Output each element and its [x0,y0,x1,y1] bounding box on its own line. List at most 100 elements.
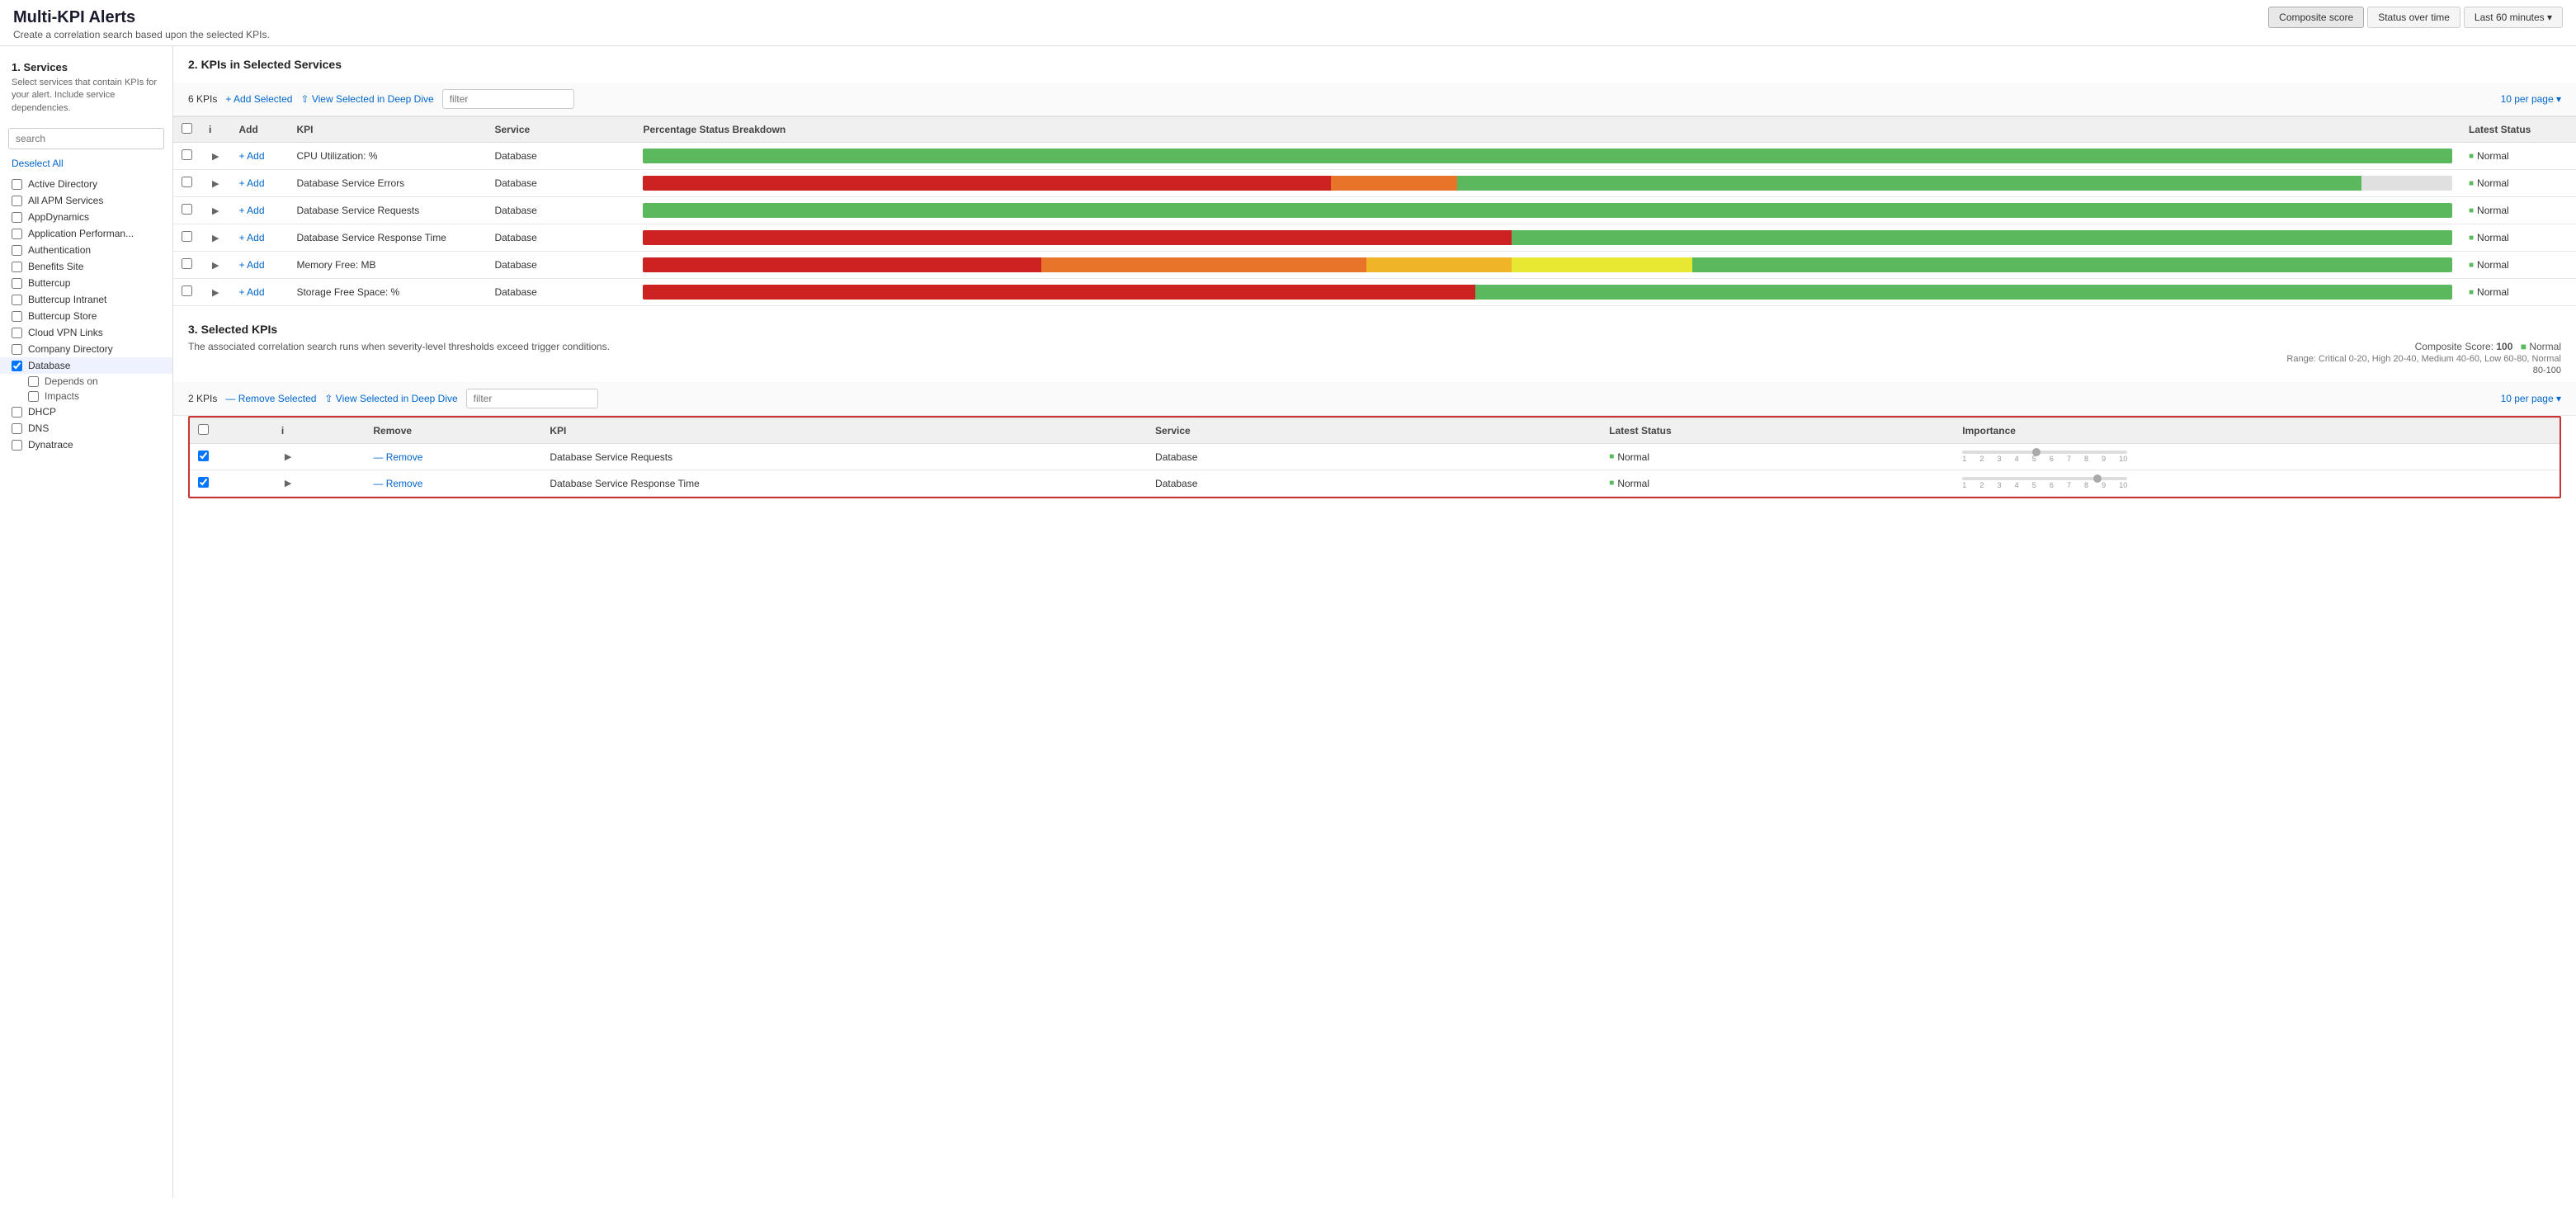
select-all-checkbox-3[interactable] [198,424,209,435]
service-checkbox-dns[interactable] [12,423,22,434]
service-item-authentication[interactable]: Authentication [0,242,172,258]
normal-badge: Normal [1609,451,1946,463]
th-importance: Importance [1954,418,2559,444]
service-checkbox-impacts[interactable] [28,391,39,402]
section3-per-page[interactable]: 10 per page [2501,393,2561,404]
status-bar [643,176,2452,191]
search-input[interactable] [8,128,164,149]
composite-score-btn[interactable]: Composite score [2268,7,2364,28]
service-checkbox-appdynamics[interactable] [12,212,22,223]
selected-row-checkbox-0[interactable] [198,451,209,461]
selected-row-checkbox-1[interactable] [198,477,209,488]
service-checkbox-app-perf[interactable] [12,229,22,239]
expand-icon[interactable]: ▶ [209,149,222,163]
status-over-time-btn[interactable]: Status over time [2367,7,2460,28]
table-row: ▶RemoveDatabase Service RequestsDatabase… [190,444,2559,470]
latest-status-cell: Normal [2460,143,2576,170]
add-kpi-btn-2[interactable]: + Add [238,205,264,216]
service-cell: Database [486,143,635,170]
add-kpi-btn-3[interactable]: + Add [238,232,264,243]
selected-status-cell: Normal [1601,444,1954,470]
section3-table: i Remove KPI Service Latest Status Impor… [190,418,2559,497]
service-item-cloud-vpn[interactable]: Cloud VPN Links [0,324,172,341]
service-checkbox-cloud-vpn[interactable] [12,328,22,338]
service-checkbox-depends-on[interactable] [28,376,39,387]
service-checkbox-buttercup-intranet[interactable] [12,295,22,305]
slider-labels: 12345678910 [1962,480,2127,489]
service-checkbox-buttercup[interactable] [12,278,22,289]
row-checkbox-0[interactable] [182,149,192,160]
last-60-btn[interactable]: Last 60 minutes [2464,7,2563,28]
expand-icon[interactable]: ▶ [281,476,295,490]
kpi-name-cell: Database Service Response Time [288,224,486,252]
service-item-company-dir[interactable]: Company Directory [0,341,172,357]
service-item-database[interactable]: Database [0,357,172,374]
service-item-app-perf[interactable]: Application Performan... [0,225,172,242]
view-deep-dive-btn-2[interactable]: ⇧ View Selected in Deep Dive [300,93,433,105]
service-sub-depends-on[interactable]: Depends on [0,374,172,389]
normal-badge: Normal [1609,478,1946,489]
row-checkbox-3[interactable] [182,231,192,242]
service-checkbox-dynatrace[interactable] [12,440,22,451]
importance-track[interactable] [1962,451,2127,454]
th-check-2 [173,117,201,143]
service-checkbox-benefits[interactable] [12,262,22,272]
add-kpi-btn-4[interactable]: + Add [238,259,264,271]
expand-icon[interactable]: ▶ [281,450,295,464]
remove-kpi-btn-1[interactable]: Remove [373,478,422,489]
section2-filter-input[interactable] [442,89,574,109]
expand-icon[interactable]: ▶ [209,177,222,191]
service-checkbox-buttercup-store[interactable] [12,311,22,322]
service-item-buttercup-store[interactable]: Buttercup Store [0,308,172,324]
service-label-cloud-vpn: Cloud VPN Links [28,327,103,338]
service-item-benefits[interactable]: Benefits Site [0,258,172,275]
normal-badge: Normal [2469,177,2568,189]
service-checkbox-company-dir[interactable] [12,344,22,355]
add-kpi-btn-5[interactable]: + Add [238,286,264,298]
service-checkbox-dhcp[interactable] [12,407,22,418]
row-checkbox-4[interactable] [182,258,192,269]
table-row: ▶+ AddDatabase Service ErrorsDatabaseNor… [173,170,2576,197]
service-item-active-directory[interactable]: Active Directory [0,176,172,192]
status-bar-cell [635,279,2460,306]
section2-per-page[interactable]: 10 per page [2501,93,2561,105]
service-item-buttercup[interactable]: Buttercup [0,275,172,291]
expand-icon[interactable]: ▶ [209,204,222,218]
service-item-appdynamics[interactable]: AppDynamics [0,209,172,225]
view-deep-dive-btn-3[interactable]: ⇧ View Selected in Deep Dive [324,393,457,404]
expand-icon[interactable]: ▶ [209,285,222,300]
add-selected-btn[interactable]: + Add Selected [225,93,292,105]
row-checkbox-1[interactable] [182,177,192,187]
normal-badge: Normal [2469,232,2568,243]
section3-desc: The associated correlation search runs w… [188,341,2561,352]
section3-filter-input[interactable] [466,389,598,408]
selected-service-cell: Database [1147,444,1601,470]
service-item-dynatrace[interactable]: Dynatrace [0,436,172,453]
service-checkbox-authentication[interactable] [12,245,22,256]
expand-icon[interactable]: ▶ [209,258,222,272]
status-segment [1457,176,2361,191]
remove-kpi-btn-0[interactable]: Remove [373,451,422,463]
composite-score-value: 100 [2496,341,2512,352]
service-checkbox-database[interactable] [12,361,22,371]
service-sub-impacts[interactable]: Impacts [0,389,172,403]
th-status-2: Latest Status [2460,117,2576,143]
service-label-company-dir: Company Directory [28,343,113,355]
service-item-dhcp[interactable]: DHCP [0,403,172,420]
service-label-dynatrace: Dynatrace [28,439,73,451]
add-kpi-btn-1[interactable]: + Add [238,177,264,189]
row-checkbox-2[interactable] [182,204,192,215]
remove-selected-btn[interactable]: — Remove Selected [225,393,316,404]
select-all-checkbox-2[interactable] [182,123,192,134]
service-item-buttercup-intranet[interactable]: Buttercup Intranet [0,291,172,308]
service-item-all-apm[interactable]: All APM Services [0,192,172,209]
add-kpi-btn-0[interactable]: + Add [238,150,264,162]
expand-icon[interactable]: ▶ [209,231,222,245]
service-checkbox-all-apm[interactable] [12,196,22,206]
kpi-name-cell: CPU Utilization: % [288,143,486,170]
deselect-all-link[interactable]: Deselect All [0,156,172,176]
service-checkbox-active-directory[interactable] [12,179,22,190]
service-item-dns[interactable]: DNS [0,420,172,436]
row-checkbox-5[interactable] [182,285,192,296]
importance-track[interactable] [1962,477,2127,480]
